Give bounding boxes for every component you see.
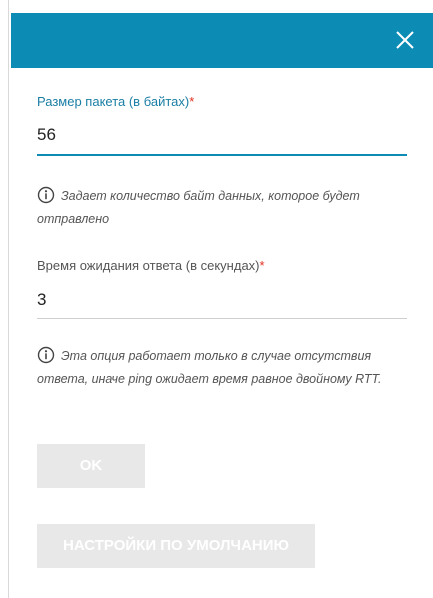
packet-size-underline xyxy=(37,154,407,156)
close-button[interactable] xyxy=(391,26,419,54)
dialog-header xyxy=(11,13,433,68)
required-mark: * xyxy=(189,94,195,109)
timeout-input[interactable] xyxy=(37,284,407,316)
packet-size-label: Размер пакета (в байтах)* xyxy=(37,94,194,109)
ok-button[interactable]: OK xyxy=(37,444,145,488)
info-icon xyxy=(37,346,55,364)
packet-size-label-text: Размер пакета (в байтах) xyxy=(37,94,190,109)
packet-size-hint: Задает количество байт данных, которое б… xyxy=(37,185,397,231)
packet-size-hint-text: Задает количество байт данных, которое б… xyxy=(37,189,360,226)
timeout-underline xyxy=(37,318,407,319)
timeout-hint-text: Эта опция работает только в случае отсут… xyxy=(37,349,382,386)
timeout-label: Время ожидания ответа (в секундах)* xyxy=(37,258,265,273)
required-mark: * xyxy=(259,258,265,273)
timeout-hint: Эта опция работает только в случае отсут… xyxy=(37,345,397,391)
info-icon xyxy=(37,186,55,204)
default-settings-button[interactable]: НАСТРОЙКИ ПО УМОЛЧАНИЮ xyxy=(37,524,315,568)
close-icon xyxy=(396,31,414,49)
timeout-label-text: Время ожидания ответа (в секундах) xyxy=(37,258,260,273)
packet-size-input[interactable] xyxy=(37,119,407,151)
